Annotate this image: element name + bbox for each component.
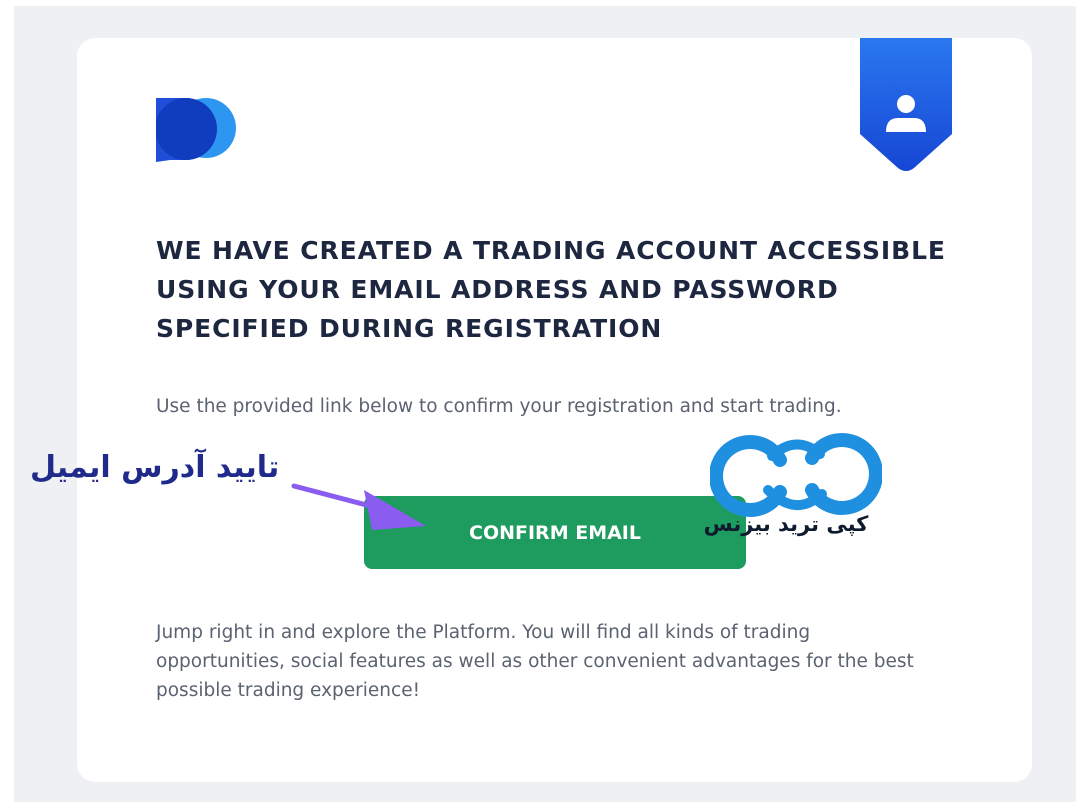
email-card: WE HAVE CREATED A TRADING ACCOUNT ACCESS… (77, 38, 1032, 782)
confirm-email-button-label: CONFIRM EMAIL (469, 521, 641, 544)
po-logo-icon (156, 98, 236, 162)
user-ribbon-badge (860, 38, 952, 171)
arrow-right-icon (291, 483, 426, 530)
watermark: کپی ترید بیزنس (700, 420, 890, 580)
intro-text: Use the provided link below to confirm y… (156, 396, 842, 417)
outro-text: Jump right in and explore the Platform. … (156, 622, 914, 701)
watermark-text: کپی ترید بیزنس (703, 512, 869, 536)
email-headline: WE HAVE CREATED A TRADING ACCOUNT ACCESS… (156, 236, 946, 343)
annotation-label: تایید آدرس ایمیل (30, 450, 280, 485)
